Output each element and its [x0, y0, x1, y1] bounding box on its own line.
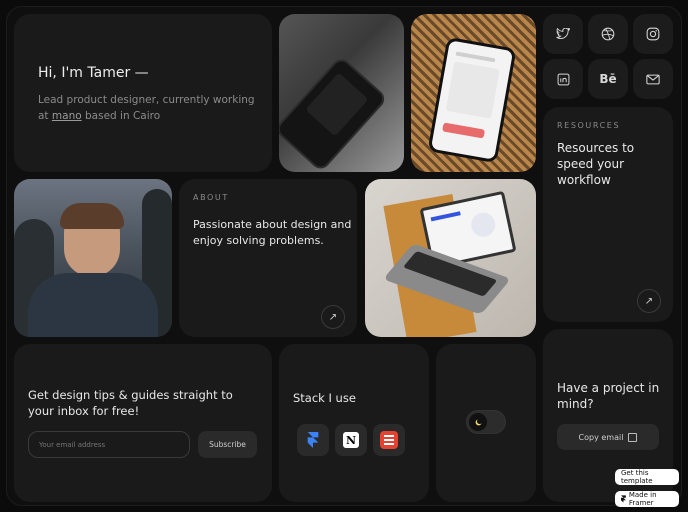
copy-email-label: Copy email	[578, 432, 624, 442]
project-image-phone-light[interactable]	[411, 14, 536, 172]
email-input[interactable]	[28, 431, 190, 458]
intro-card: Hi, I'm Tamer — Lead product designer, c…	[14, 14, 272, 172]
about-card[interactable]: ABOUT Passionate about design and enjoy …	[179, 179, 357, 337]
newsletter-card: Get design tips & guides straight to you…	[14, 344, 272, 502]
profile-photo	[14, 179, 172, 337]
linkedin-icon[interactable]	[543, 59, 583, 99]
phone-mockup	[427, 36, 517, 164]
stack-title: Stack I use	[293, 391, 356, 405]
resources-card[interactable]: RESOURCES Resources to speed your workfl…	[543, 107, 673, 322]
company-link[interactable]: mano	[52, 110, 82, 122]
copy-email-button[interactable]: Copy email	[557, 424, 659, 450]
instagram-icon[interactable]	[633, 14, 673, 54]
framer-icon	[621, 495, 626, 503]
copy-icon	[628, 432, 638, 442]
stack-card: Stack I use N	[279, 344, 429, 502]
framer-icon[interactable]	[297, 424, 329, 456]
arrow-up-right-icon[interactable]: ↗	[321, 305, 345, 329]
newsletter-title: Get design tips & guides straight to you…	[28, 388, 233, 418]
todoist-icon[interactable]	[373, 424, 405, 456]
dribbble-icon[interactable]	[588, 14, 628, 54]
mail-icon[interactable]	[633, 59, 673, 99]
about-title: Passionate about design and enjoy solvin…	[193, 218, 352, 247]
project-image-phone-dark[interactable]	[279, 14, 404, 172]
twitter-icon[interactable]	[543, 14, 583, 54]
notion-icon[interactable]: N	[335, 424, 367, 456]
contact-title: Have a project in mind?	[557, 381, 660, 411]
intro-desc-suffix: based in Cairo	[85, 110, 161, 122]
intro-description: Lead product designer, currently working…	[38, 92, 258, 124]
project-image-laptop[interactable]	[365, 179, 536, 337]
about-eyebrow: ABOUT	[193, 193, 229, 202]
subscribe-button[interactable]: Subscribe	[198, 431, 257, 458]
person-body	[28, 273, 158, 337]
get-template-button[interactable]: Get this template	[615, 469, 679, 485]
intro-title: Hi, I'm Tamer —	[38, 65, 149, 81]
made-in-framer-label: Made in Framer	[628, 491, 657, 507]
resources-eyebrow: RESOURCES	[557, 121, 621, 130]
phone-mockup	[279, 55, 389, 172]
behance-icon[interactable]: Bē	[588, 59, 628, 99]
person-hair	[60, 203, 124, 229]
moon-icon	[469, 413, 487, 431]
resources-title: Resources to speed your workflow	[557, 141, 635, 187]
made-in-framer-badge[interactable]: Made in Framer	[615, 491, 679, 507]
arrow-up-right-icon[interactable]: ↗	[637, 289, 661, 313]
theme-toggle-card	[436, 344, 536, 502]
theme-toggle[interactable]	[466, 410, 506, 434]
